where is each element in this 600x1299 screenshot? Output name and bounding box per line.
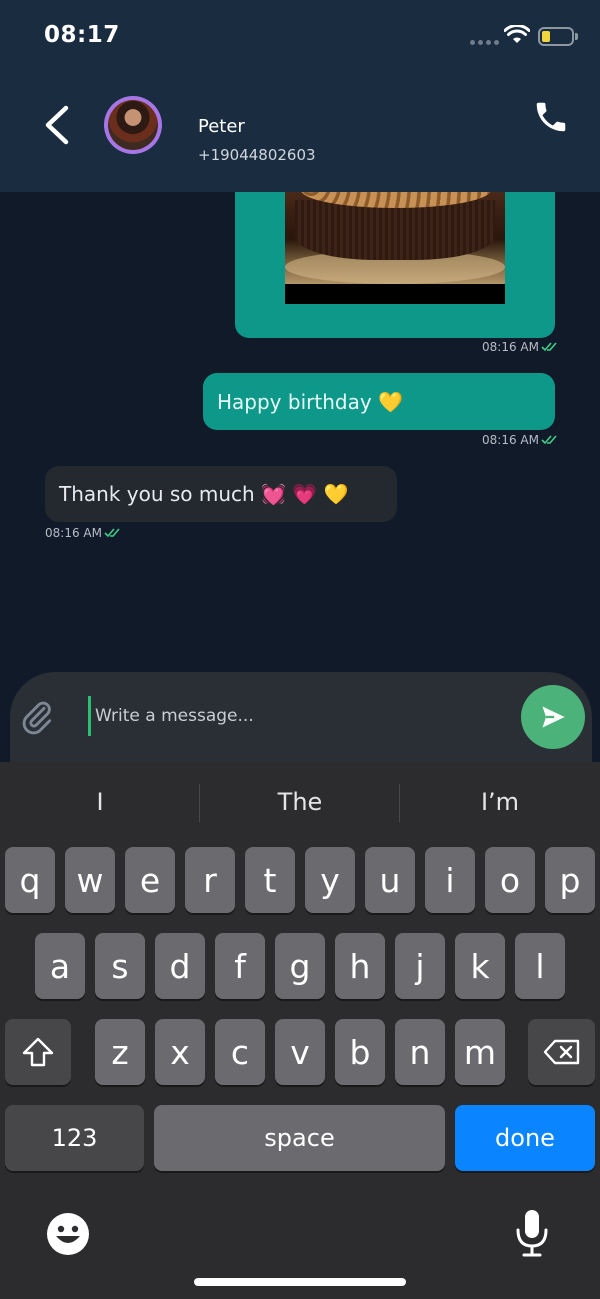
suggestion-1[interactable]: I: [0, 782, 200, 822]
send-button[interactable]: [521, 685, 585, 749]
key-w[interactable]: w: [65, 847, 115, 913]
key-k[interactable]: k: [455, 933, 505, 999]
suggestion-2[interactable]: The: [200, 782, 400, 822]
key-z[interactable]: z: [95, 1019, 145, 1085]
back-chevron-icon[interactable]: [40, 104, 74, 146]
key-b[interactable]: b: [335, 1019, 385, 1085]
key-r[interactable]: r: [185, 847, 235, 913]
avatar[interactable]: [104, 96, 162, 154]
cake-photo: [285, 192, 505, 284]
key-u[interactable]: u: [365, 847, 415, 913]
space-key[interactable]: space: [154, 1105, 445, 1171]
incoming-message-bubble[interactable]: Thank you so much 💓 💗 💛: [45, 466, 397, 522]
key-c[interactable]: c: [215, 1019, 265, 1085]
key-x[interactable]: x: [155, 1019, 205, 1085]
status-time: 08:17: [44, 22, 120, 48]
shift-key[interactable]: [5, 1019, 71, 1085]
key-n[interactable]: n: [395, 1019, 445, 1085]
microphone-icon[interactable]: [514, 1208, 550, 1258]
backspace-icon: [543, 1039, 579, 1065]
key-p[interactable]: p: [545, 847, 595, 913]
message-text: Thank you so much 💓 💗 💛: [59, 482, 349, 506]
phone-icon[interactable]: [532, 98, 570, 136]
key-o[interactable]: o: [485, 847, 535, 913]
key-y[interactable]: y: [305, 847, 355, 913]
key-f[interactable]: f: [215, 933, 265, 999]
suggestion-3[interactable]: I’m: [400, 782, 600, 822]
numbers-key[interactable]: 123: [5, 1105, 144, 1171]
message-text: Happy birthday 💛: [217, 389, 403, 414]
message-timestamp: 08:16 AM: [482, 340, 557, 354]
key-t[interactable]: t: [245, 847, 295, 913]
backspace-key[interactable]: [528, 1019, 595, 1085]
message-composer: [10, 672, 592, 762]
key-q[interactable]: q: [5, 847, 55, 913]
message-input[interactable]: [88, 696, 508, 736]
key-i[interactable]: i: [425, 847, 475, 913]
double-check-icon: [541, 342, 557, 352]
key-e[interactable]: e: [125, 847, 175, 913]
key-j[interactable]: j: [395, 933, 445, 999]
key-h[interactable]: h: [335, 933, 385, 999]
send-icon: [542, 706, 565, 728]
battery-icon: [538, 27, 578, 46]
image-message-bubble[interactable]: [235, 192, 555, 338]
key-a[interactable]: a: [35, 933, 85, 999]
cake-image[interactable]: [285, 192, 505, 304]
key-g[interactable]: g: [275, 933, 325, 999]
key-d[interactable]: d: [155, 933, 205, 999]
key-l[interactable]: l: [515, 933, 565, 999]
double-check-icon: [104, 528, 120, 538]
key-m[interactable]: m: [455, 1019, 505, 1085]
shift-icon: [22, 1037, 54, 1067]
wifi-icon: [504, 25, 530, 43]
done-key[interactable]: done: [455, 1105, 595, 1171]
contact-name: Peter: [198, 116, 245, 137]
onscreen-keyboard: I The I’m q w e r t y u i o p a s d f g …: [0, 762, 600, 1299]
paperclip-icon[interactable]: [18, 698, 56, 736]
emoji-icon[interactable]: [46, 1212, 90, 1256]
key-s[interactable]: s: [95, 933, 145, 999]
avatar-photo: [108, 100, 158, 150]
outgoing-message-bubble[interactable]: Happy birthday 💛: [203, 373, 555, 430]
signal-dots-icon: [470, 40, 499, 45]
message-timestamp: 08:16 AM: [482, 433, 557, 447]
key-v[interactable]: v: [275, 1019, 325, 1085]
double-check-icon: [541, 435, 557, 445]
contact-phone: +19044802603: [198, 146, 316, 164]
message-list[interactable]: 08:16 AM Happy birthday 💛 08:16 AM Thank…: [0, 192, 600, 674]
message-timestamp: 08:16 AM: [45, 526, 120, 540]
home-indicator: [194, 1278, 406, 1286]
chat-header: 08:17 Peter +19044802603: [0, 0, 600, 192]
